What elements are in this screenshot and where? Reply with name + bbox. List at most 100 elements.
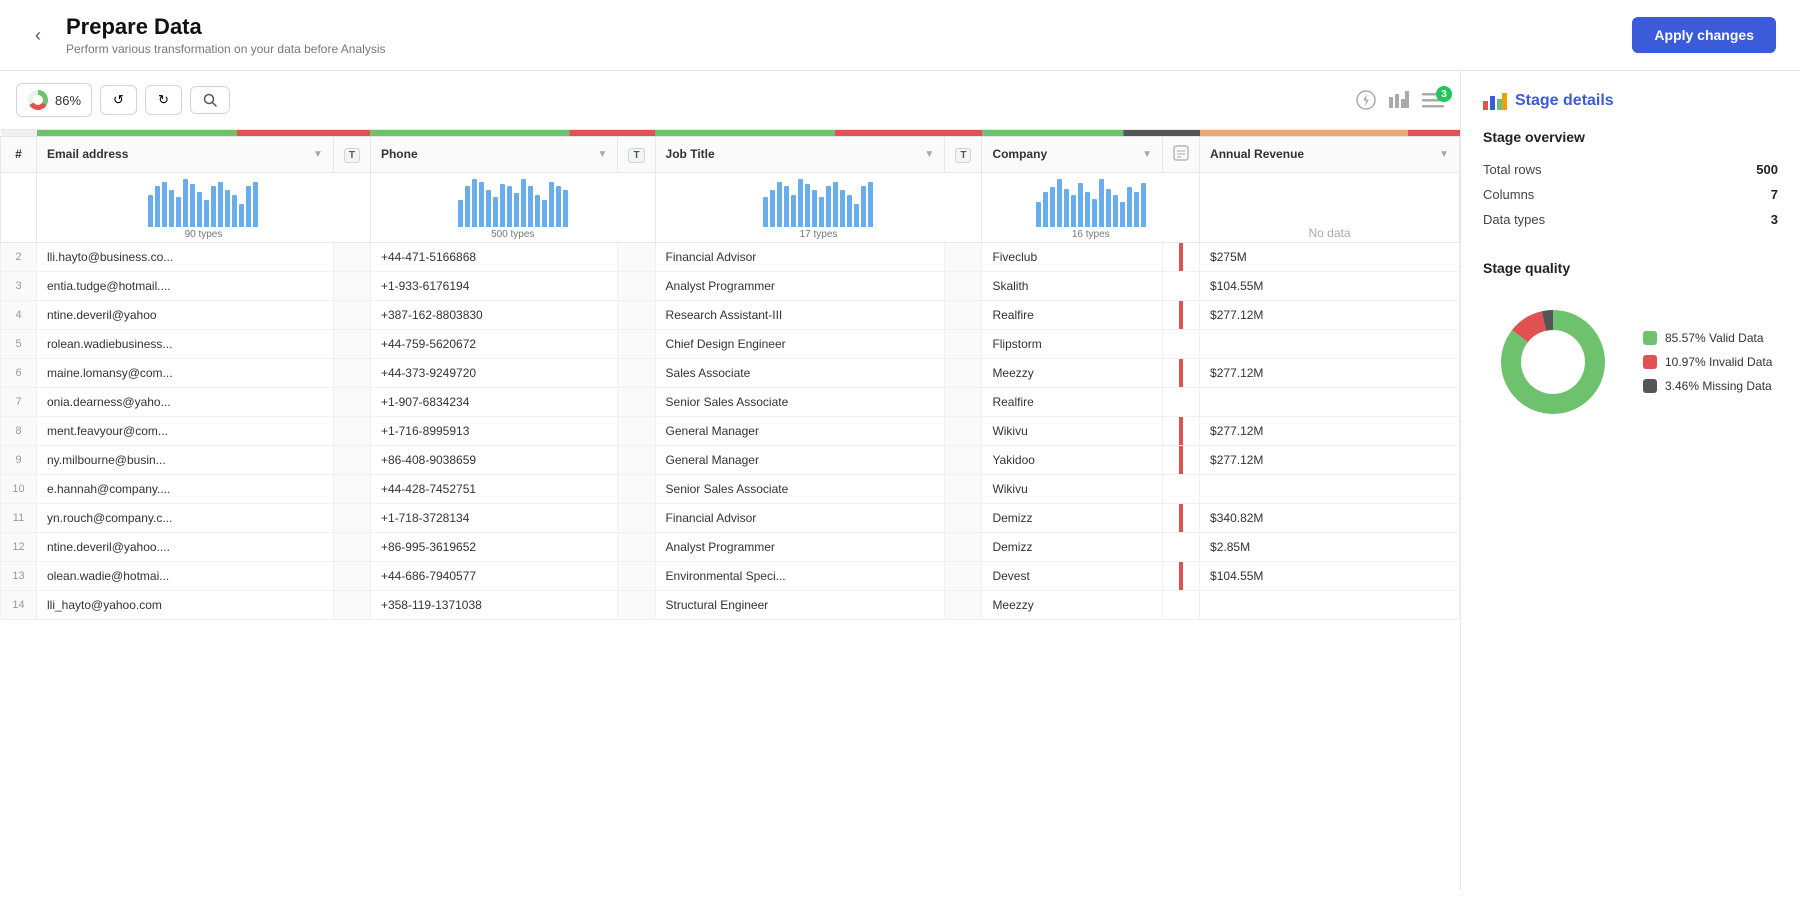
job-title-cell: Sales Associate <box>655 358 945 387</box>
calc-icon <box>1173 145 1189 161</box>
bar-indicator-cell <box>1163 445 1200 474</box>
menu-button[interactable]: 3 <box>1422 92 1444 108</box>
job-title-cell: Chief Design Engineer <box>655 329 945 358</box>
job-title-cell: Financial Advisor <box>655 242 945 271</box>
col-header-company[interactable]: Company ▼ <box>982 136 1163 172</box>
main-content: 86% ↺ ↻ <box>0 71 1800 890</box>
right-panel: Stage details Stage overview Total rows5… <box>1460 71 1800 890</box>
annual-revenue-cell: $104.55M <box>1200 561 1460 590</box>
header-title-block: Prepare Data Perform various transformat… <box>66 14 386 56</box>
email-cell: ntine.deveril@yahoo <box>37 300 334 329</box>
bar-indicator-cell <box>1163 271 1200 300</box>
email-cell: maine.lomansy@com... <box>37 358 334 387</box>
row-number: 6 <box>1 358 37 387</box>
job-title-cell: General Manager <box>655 416 945 445</box>
email-cell: e.hannah@company.... <box>37 474 334 503</box>
search-button[interactable] <box>190 86 230 114</box>
bar-indicator-cell <box>1163 329 1200 358</box>
type-badge-cell <box>333 503 370 532</box>
type-badge-cell <box>333 387 370 416</box>
table-row[interactable]: 7onia.dearness@yaho...+1-907-6834234Seni… <box>1 387 1460 416</box>
type-badge-cell2 <box>618 561 655 590</box>
table-row[interactable]: 4ntine.deveril@yahoo+387-162-8803830Rese… <box>1 300 1460 329</box>
annual-revenue-cell: $277.12M <box>1200 300 1460 329</box>
legend-missing-box <box>1643 379 1657 393</box>
type-badge-cell3 <box>945 300 982 329</box>
email-cell: yn.rouch@company.c... <box>37 503 334 532</box>
table-row[interactable]: 6maine.lomansy@com... +44-373-9249720 Sale… <box>1 358 1460 387</box>
type-badge-cell2 <box>618 300 655 329</box>
type-badge-cell3 <box>945 358 982 387</box>
phone-cell: +44-373-9249720 <box>370 358 617 387</box>
bar-chart-button[interactable] <box>1388 91 1410 109</box>
quality-indicator: 86% <box>16 83 92 117</box>
col-header-phone[interactable]: Phone ▼ <box>370 136 617 172</box>
header-left: ‹ Prepare Data Perform various transform… <box>24 14 386 56</box>
type-badge-cell2 <box>618 271 655 300</box>
undo-button[interactable]: ↺ <box>100 85 137 115</box>
company-cell: Wikivu <box>982 416 1163 445</box>
col-header-job-title[interactable]: Job Title ▼ <box>655 136 945 172</box>
type-badge-cell2 <box>618 474 655 503</box>
table-row[interactable]: 14lli_hayto@yahoo.com+358-119-1371038Str… <box>1 590 1460 619</box>
company-cell: Devest <box>982 561 1163 590</box>
annual-revenue-cell: $277.12M <box>1200 416 1460 445</box>
apply-changes-button[interactable]: Apply changes <box>1632 17 1776 53</box>
phone-cell: +86-995-3619652 <box>370 532 617 561</box>
stage-overview-heading: Stage overview <box>1483 129 1778 145</box>
back-button[interactable]: ‹ <box>24 21 52 49</box>
bar-indicator-cell <box>1163 503 1200 532</box>
phone-cell: +1-907-6834234 <box>370 387 617 416</box>
bar-indicator-cell <box>1163 242 1200 271</box>
type-badge-cell2 <box>618 503 655 532</box>
email-cell: ment.feavyour@com... <box>37 416 334 445</box>
legend-valid-label: 85.57% Valid Data <box>1665 331 1764 345</box>
phone-cell: +44-428-7452751 <box>370 474 617 503</box>
data-table-scroll[interactable]: # Email address ▼ T <box>0 130 1460 890</box>
overview-row: Total rows500 <box>1483 157 1778 182</box>
type-badge-cell <box>333 300 370 329</box>
col-type-t1: T <box>333 136 370 172</box>
table-row[interactable]: 10e.hannah@company....+44-428-7452751Sen… <box>1 474 1460 503</box>
col-header-annual-revenue[interactable]: Annual Revenue ▼ <box>1200 136 1460 172</box>
company-cell: Realfire <box>982 387 1163 416</box>
overview-rows: Total rows500Columns7Data types3 <box>1483 157 1778 232</box>
sparkline-phone: 500 types <box>370 172 655 242</box>
row-number: 10 <box>1 474 37 503</box>
sparkline-company: 16 types <box>982 172 1200 242</box>
redo-button[interactable]: ↻ <box>145 85 182 115</box>
table-body: 2lli.hayto@business.co...+44-471-5166868… <box>1 242 1460 619</box>
email-cell: entia.tudge@hotmail.... <box>37 271 334 300</box>
company-cell: Skalith <box>982 271 1163 300</box>
annual-revenue-cell <box>1200 474 1460 503</box>
col-header-email[interactable]: Email address ▼ <box>37 136 334 172</box>
table-row[interactable]: 2lli.hayto@business.co...+44-471-5166868… <box>1 242 1460 271</box>
legend-missing-label: 3.46% Missing Data <box>1665 379 1772 393</box>
lightning-button[interactable] <box>1356 90 1376 110</box>
table-row[interactable]: 3entia.tudge@hotmail....+1-933-6176194An… <box>1 271 1460 300</box>
row-number: 14 <box>1 590 37 619</box>
job-title-cell: Senior Sales Associate <box>655 387 945 416</box>
legend-invalid-label: 10.97% Invalid Data <box>1665 355 1772 369</box>
bar-chart-icon <box>1388 91 1410 109</box>
annual-revenue-cell <box>1200 329 1460 358</box>
overview-row: Data types3 <box>1483 207 1778 232</box>
table-row[interactable]: 12ntine.deveril@yahoo....+86-995-3619652… <box>1 532 1460 561</box>
table-row[interactable]: 8ment.feavyour@com...+1-716-8995913Gener… <box>1 416 1460 445</box>
table-row[interactable]: 5rolean.wadiebusiness...+44-759-5620672C… <box>1 329 1460 358</box>
job-title-cell: Financial Advisor <box>655 503 945 532</box>
type-badge-cell2 <box>618 532 655 561</box>
phone-cell: +1-718-3728134 <box>370 503 617 532</box>
sort-arrow-job-title: ▼ <box>924 149 934 160</box>
bar-indicator-cell <box>1163 300 1200 329</box>
stage-overview-section: Stage overview Total rows500Columns7Data… <box>1483 129 1778 232</box>
email-cell: lli_hayto@yahoo.com <box>37 590 334 619</box>
sort-arrow-revenue: ▼ <box>1439 149 1449 160</box>
table-row[interactable]: 13olean.wadie@hotmai...+44-686-7940577En… <box>1 561 1460 590</box>
table-row[interactable]: 11yn.rouch@company.c...+1-718-3728134Fin… <box>1 503 1460 532</box>
percent-label: 86% <box>55 93 81 108</box>
type-badge-cell <box>333 590 370 619</box>
table-row[interactable]: 9ny.milbourne@busin...+86-408-9038659Gen… <box>1 445 1460 474</box>
phone-cell: +86-408-9038659 <box>370 445 617 474</box>
col-header-rownum: # <box>1 136 37 172</box>
